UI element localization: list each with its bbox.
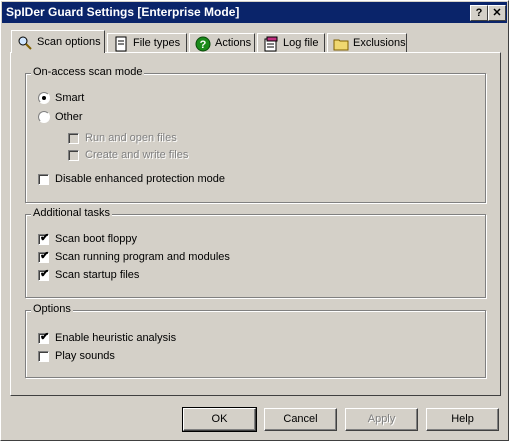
svg-text:?: ? [200, 39, 207, 51]
check-mark: ✔ [40, 232, 50, 244]
apply-button[interactable]: Apply [345, 408, 418, 431]
tab-label: Exclusions [353, 37, 406, 49]
scan-running-checkbox[interactable]: ✔ [38, 250, 50, 263]
group-title: On-access scan mode [31, 66, 145, 78]
tab-label: File types [133, 37, 181, 49]
play-sounds-checkbox[interactable] [38, 351, 49, 362]
disable-enhanced-checkbox[interactable] [38, 174, 49, 185]
group-title: Options [31, 303, 73, 315]
title-bar[interactable]: SpIDer Guard Settings [Enterprise Mode] … [2, 2, 507, 23]
tab-panel: On-access scan mode Smart Other Run and … [10, 52, 501, 396]
check-mark: ✔ [40, 268, 50, 280]
tab-actions[interactable]: ? Actions [189, 33, 255, 53]
ok-button[interactable]: OK [182, 407, 257, 432]
notepad-icon [264, 36, 278, 52]
create-write-checkbox[interactable] [68, 150, 79, 161]
cancel-button[interactable]: Cancel [264, 408, 337, 431]
tab-log-file[interactable]: Log file [257, 33, 325, 53]
scan-startup-label: Scan startup files [55, 269, 140, 281]
options-group: Options ✔ Enable heuristic analysis Play… [25, 303, 486, 378]
radio-dot [42, 96, 46, 100]
create-write-label: Create and write files [85, 149, 189, 161]
scan-boot-floppy-checkbox[interactable]: ✔ [38, 232, 50, 245]
heuristic-checkbox[interactable]: ✔ [38, 331, 50, 344]
window-title: SpIDer Guard Settings [Enterprise Mode] [6, 5, 240, 19]
tab-file-types[interactable]: File types [107, 33, 187, 53]
scan-running-label: Scan running program and modules [55, 251, 230, 263]
folder-icon [333, 39, 349, 51]
settings-window: SpIDer Guard Settings [Enterprise Mode] … [0, 0, 509, 441]
scan-boot-floppy-label: Scan boot floppy [55, 233, 137, 245]
scan-startup-checkbox[interactable]: ✔ [38, 268, 50, 281]
tab-label: Log file [283, 37, 319, 49]
magnifier-icon [18, 36, 32, 50]
check-mark: ✔ [40, 250, 50, 262]
run-open-label: Run and open files [85, 132, 177, 144]
group-title: Additional tasks [31, 207, 113, 219]
help-title-button[interactable]: ? [470, 5, 488, 21]
other-radio[interactable] [38, 111, 50, 123]
heuristic-label: Enable heuristic analysis [55, 332, 177, 344]
document-icon [115, 36, 127, 52]
smart-label: Smart [55, 92, 85, 104]
tab-label: Scan options [37, 36, 101, 48]
additional-tasks-group: Additional tasks ✔ Scan boot floppy ✔ Sc… [25, 207, 486, 298]
disable-enhanced-label: Disable enhanced protection mode [55, 173, 226, 185]
help-button[interactable]: Help [426, 408, 499, 431]
run-open-checkbox[interactable] [68, 133, 79, 144]
question-icon: ? [195, 36, 211, 52]
other-label: Other [55, 111, 83, 123]
close-button[interactable]: ✕ [488, 5, 506, 21]
on-access-group: On-access scan mode Smart Other Run and … [25, 66, 486, 203]
smart-radio[interactable] [38, 92, 50, 104]
tab-scan-options[interactable]: Scan options [11, 30, 105, 53]
check-mark: ✔ [40, 331, 50, 343]
tab-exclusions[interactable]: Exclusions [327, 33, 407, 53]
tab-label: Actions [215, 37, 252, 49]
play-sounds-label: Play sounds [55, 350, 115, 362]
